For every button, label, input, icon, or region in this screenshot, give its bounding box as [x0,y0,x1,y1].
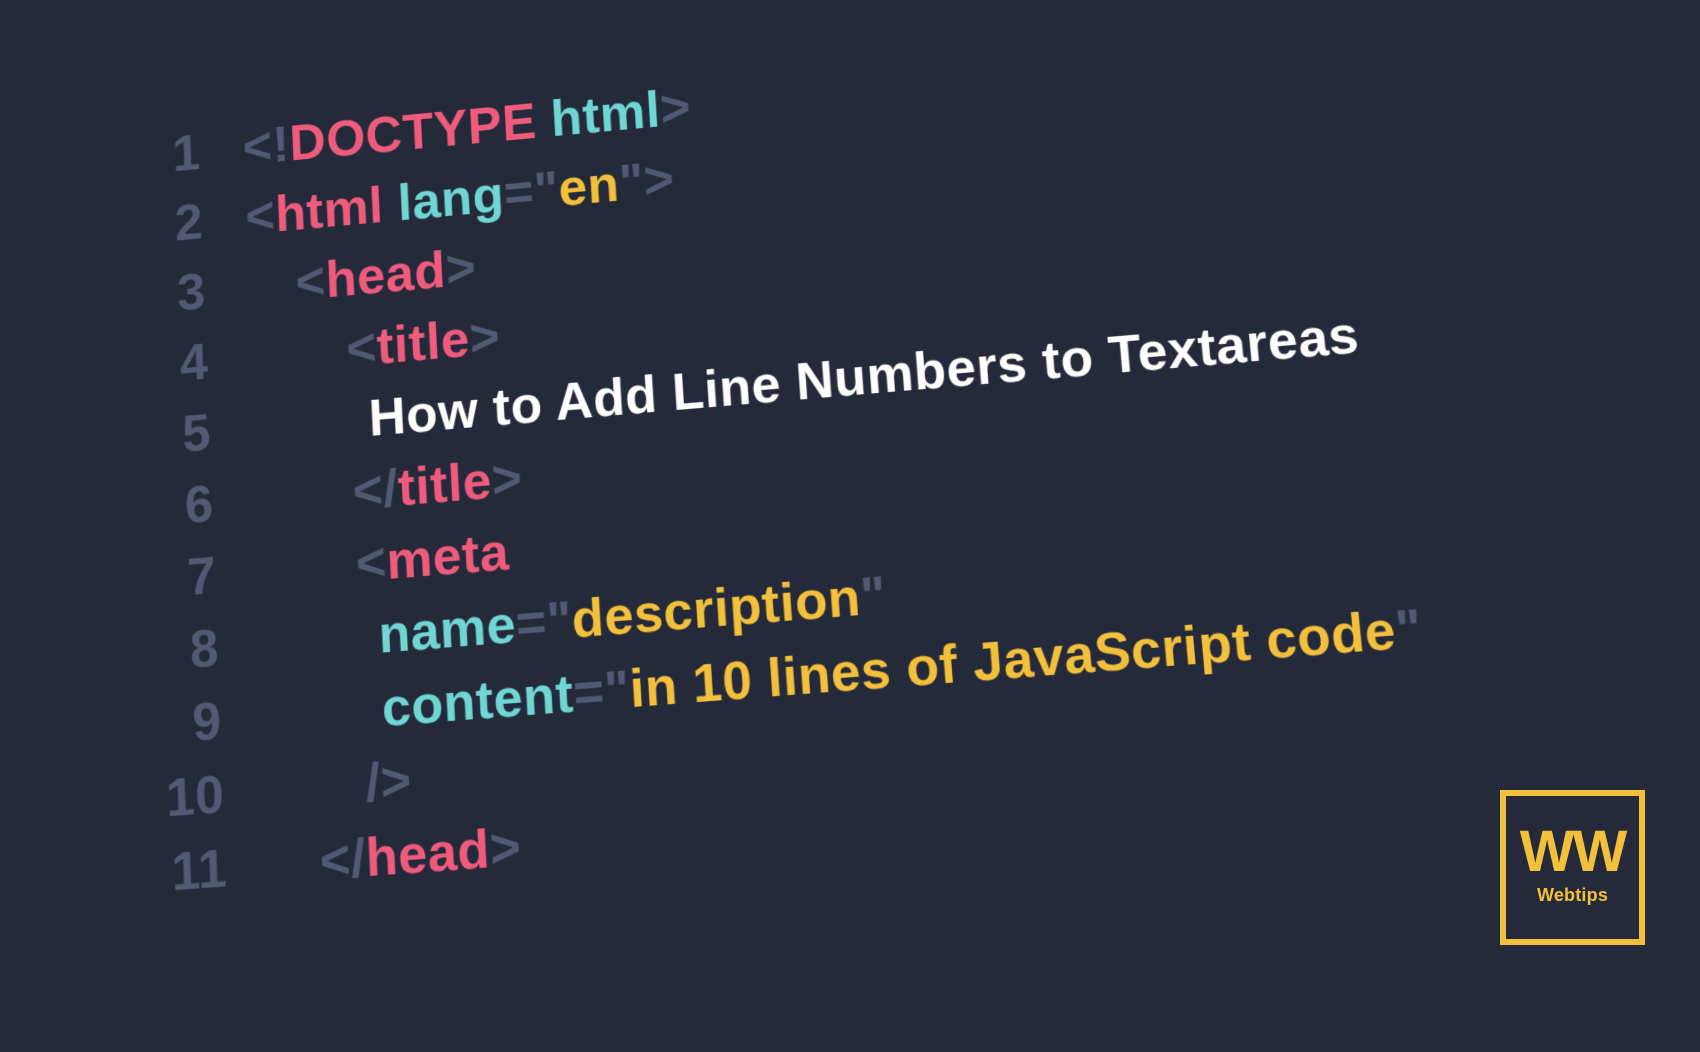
token-tag: title [397,452,494,517]
token-punct: > [468,308,501,367]
logo-label: Webtips [1537,885,1608,906]
token-punct: < [295,253,327,312]
code-editor-view: 1<!DOCTYPE html>2<html lang="en">3<head>… [39,0,1700,1052]
token-punct: "> [618,151,677,212]
token-tag: head [324,242,447,309]
line-number: 10 [136,764,225,831]
token-punct: " [859,566,889,627]
token-punct: > [490,449,524,509]
token-punct: > [444,239,477,298]
token-punct: =" [572,660,632,723]
line-number: 3 [120,263,207,328]
token-attr: content [381,665,575,738]
line-number: 11 [138,838,228,906]
line-content: /> [267,750,413,822]
line-content: <head> [247,238,477,316]
token-punct: </ [352,460,400,521]
line-number: 8 [131,618,220,685]
token-punct: < [244,187,276,245]
token-tag: head [365,820,492,889]
logo-mark: WW [1520,823,1626,881]
line-number: 9 [134,691,223,758]
token-punct: =" [514,591,573,654]
token-tag: DOCTYPE [288,94,537,172]
token-punct: /> [364,751,412,814]
token-tag: meta [385,523,510,591]
token-punct: <! [242,117,291,176]
line-content: <meta [258,522,510,602]
line-number: 6 [127,474,215,540]
token-punct: " [1393,599,1425,661]
line-number: 7 [129,546,217,612]
token-punct: > [488,817,522,879]
token-punct: </ [319,829,367,892]
token-punct: < [355,533,388,593]
token-punct: =" [502,161,560,222]
line-content: </head> [270,816,523,896]
token-val: en [557,156,621,217]
webtips-logo: WW Webtips [1500,790,1645,945]
line-number: 1 [115,124,201,189]
token-attr: lang [397,166,506,231]
token-punct: > [659,79,693,137]
line-number: 5 [124,403,212,469]
token-val: description [570,568,862,649]
token-attr: html [549,82,662,148]
token-tag: html [274,177,385,242]
line-content: </title> [255,449,523,530]
line-number: 2 [118,193,205,258]
line-content: <title> [250,307,502,387]
line-number: 4 [122,333,209,399]
token-attr: name [377,596,517,665]
code-block: 1<!DOCTYPE html>2<html lang="en">3<head>… [39,0,1700,985]
token-punct: < [345,319,378,378]
token-tag: title [375,311,471,376]
